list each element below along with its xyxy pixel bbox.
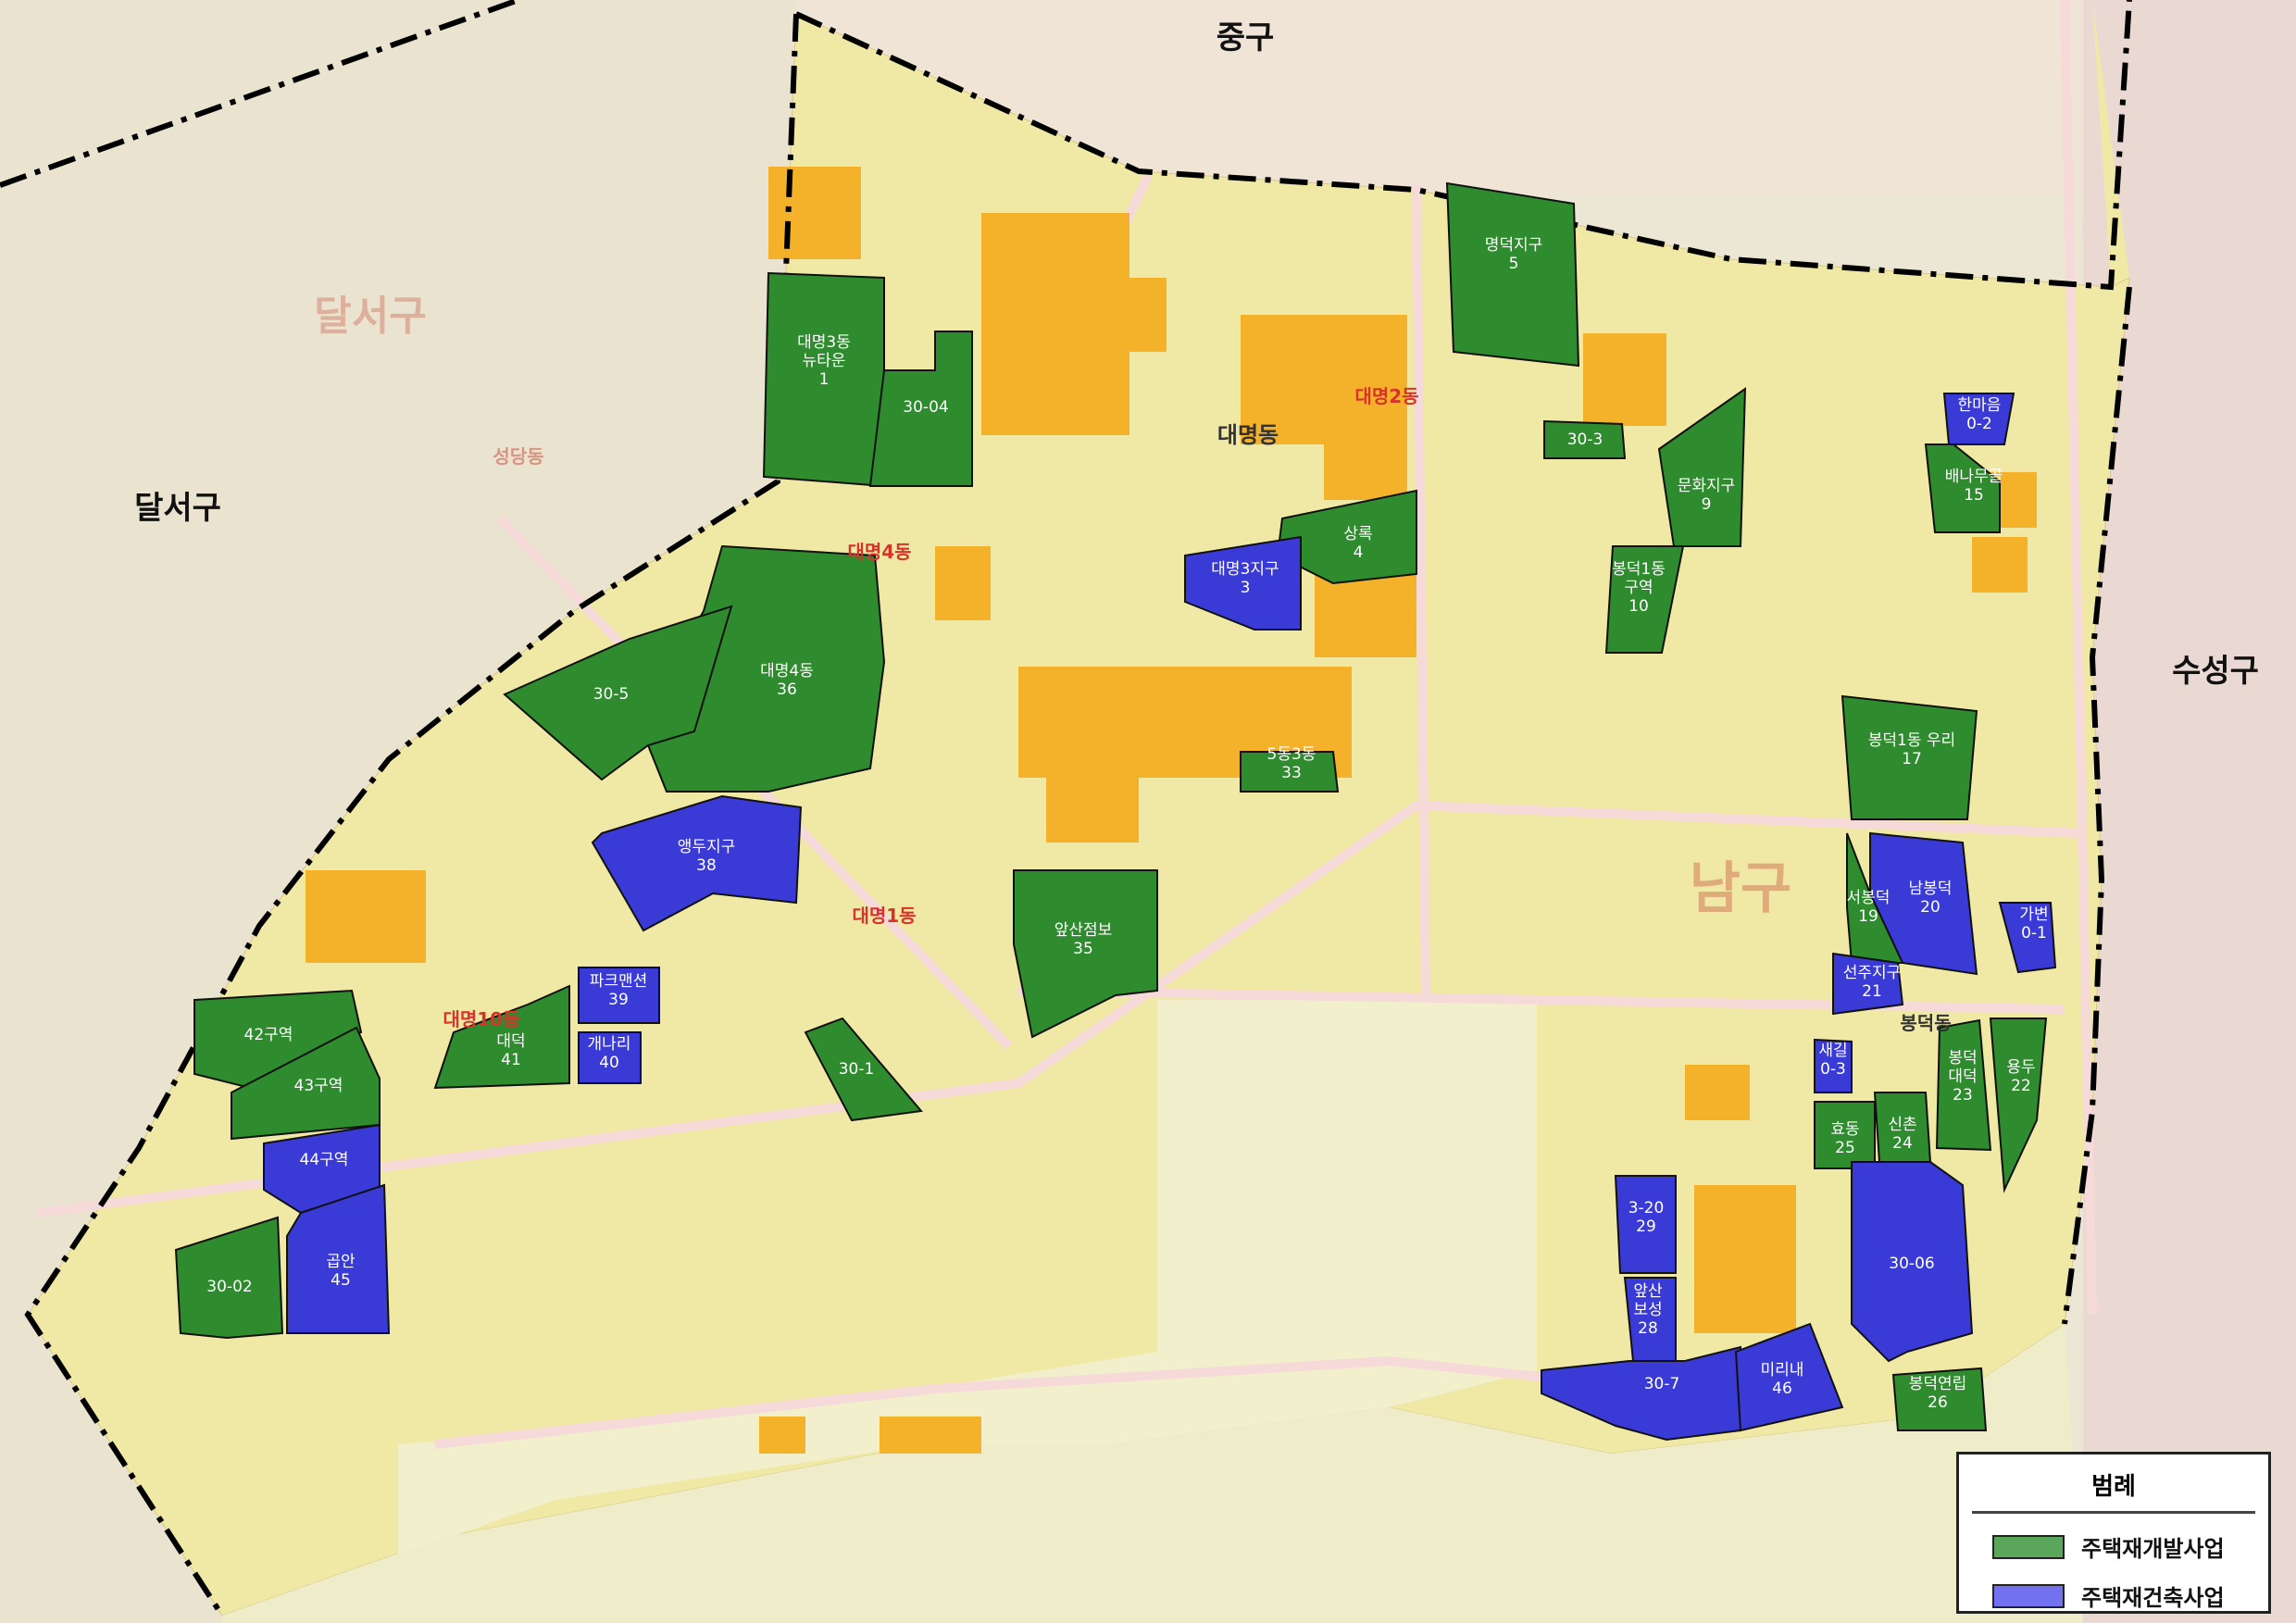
legend-label-redevelopment: 주택재개발사업 <box>2081 1536 2225 1562</box>
district-label-suseong: 수성구 <box>2172 653 2259 690</box>
zone-label-36: 30-06 <box>1889 1255 1934 1273</box>
redevelopment-map: 대명3동 뉴타운 130-04명덕지구 530-3문화지구 9봉덕1동 구역 10한마음 0-… <box>0 0 2296 1623</box>
zone-label-1: 30-04 <box>903 398 948 417</box>
dong-label-daemyeong1: 대명1동 <box>852 905 916 927</box>
dong-label-daemyeong4: 대명4동 <box>847 541 911 563</box>
legend-swatch-redevelopment <box>1992 1534 2065 1559</box>
zone-label-24: 43구역 <box>294 1077 343 1095</box>
zone-label-23: 42구역 <box>244 1026 293 1044</box>
zone-label-33: 30-02 <box>206 1278 252 1296</box>
zone-label-25: 30-1 <box>839 1060 875 1079</box>
dong-label-seongdang: 성당동 <box>493 445 543 468</box>
district-label-dalseo-watermark: 달서구 <box>314 293 426 340</box>
zone-label-26: 새길 0-3 <box>1818 1042 1847 1079</box>
dong-label-daemyeong10: 대명10동 <box>443 1008 519 1030</box>
zone-label-37: 30-7 <box>1644 1375 1680 1393</box>
map-legend: 범례 주택재개발사업 주택재건축사업 <box>1956 1452 2271 1614</box>
zone-label-11: 30-5 <box>593 685 630 704</box>
district-label-nam: 남구 <box>1690 856 1791 921</box>
dong-label-daemyeong: 대명동 <box>1217 422 1279 448</box>
zone-label-3: 30-3 <box>1567 431 1603 449</box>
legend-swatch-reconstruction <box>1992 1583 2065 1608</box>
legend-item-reconstruction: 주택재건축사업 <box>1992 1579 2268 1612</box>
legend-title: 범례 <box>1972 1467 2255 1514</box>
dong-label-daemyeong2: 대명2동 <box>1354 385 1418 407</box>
legend-item-redevelopment: 주택재개발사업 <box>1992 1530 2268 1563</box>
dong-label-bongdeok: 봉덕동 <box>1900 1012 1951 1034</box>
zone-label-31: 44구역 <box>300 1151 349 1169</box>
legend-label-reconstruction: 주택재건축사업 <box>2081 1585 2225 1611</box>
zone-label-17: 가변 0-1 <box>2019 905 2048 943</box>
zone-redevelopment-2 <box>1445 181 1580 368</box>
district-label-jung: 중구 <box>1217 19 1275 56</box>
district-label-dalseo: 달서구 <box>134 490 221 527</box>
